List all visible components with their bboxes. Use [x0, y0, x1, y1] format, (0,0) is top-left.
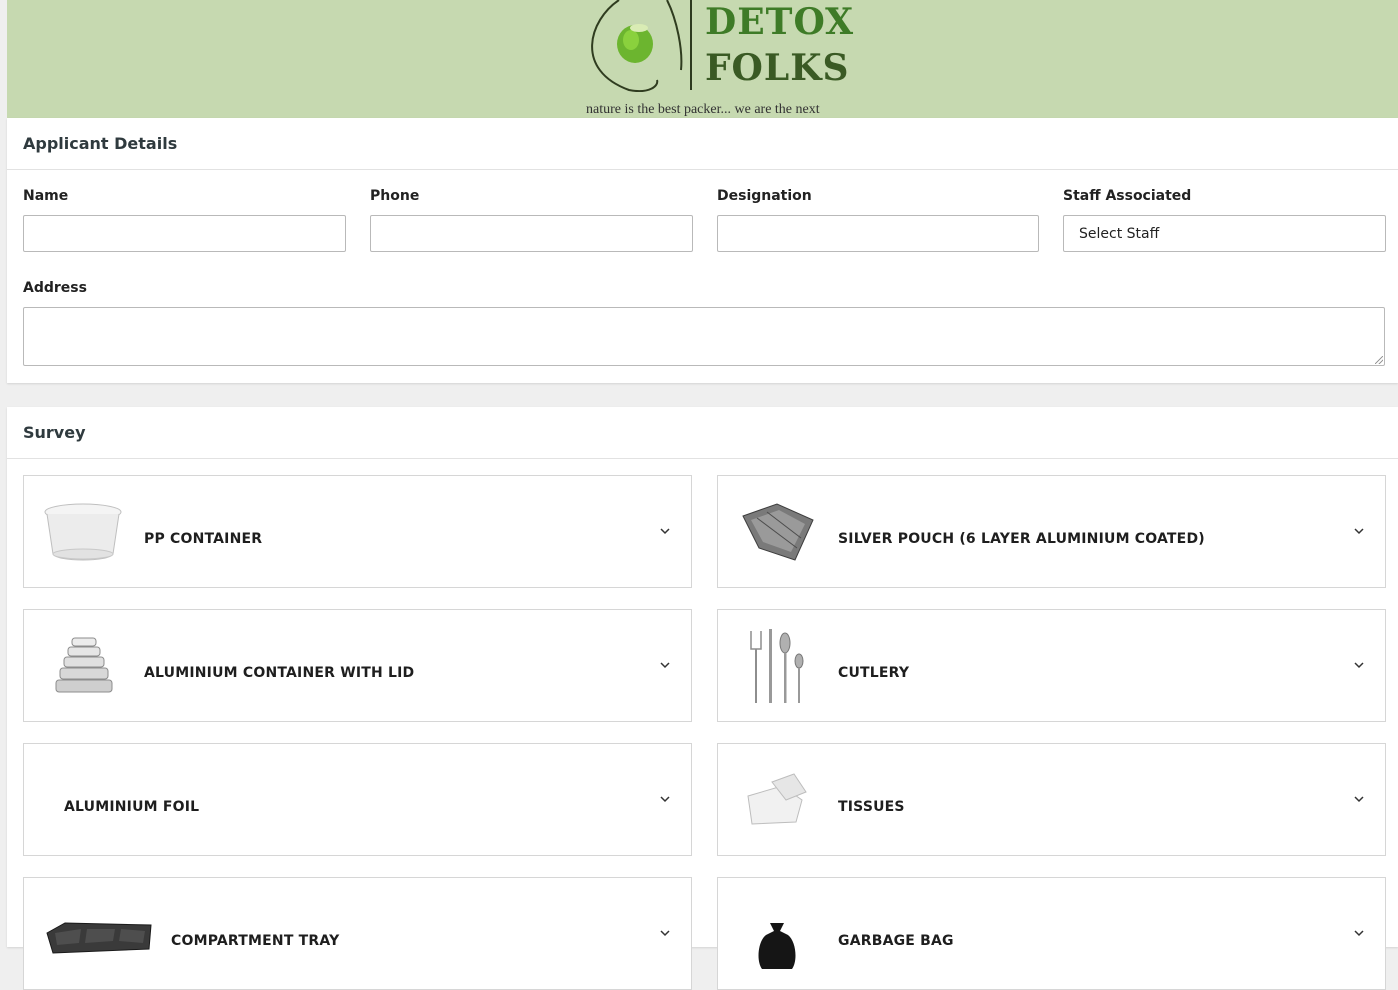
resize-handle-icon[interactable]	[1375, 356, 1383, 364]
staff-associated-label: Staff Associated	[1063, 188, 1192, 204]
survey-item-aluminium-container[interactable]: ALUMINIUM CONTAINER WITH LID	[23, 609, 692, 722]
brand-header: DETOX FOLKS nature is the best packer...…	[7, 0, 1398, 118]
compartment-tray-icon	[44, 908, 154, 980]
phone-label: Phone	[370, 188, 420, 204]
pp-container-icon	[42, 496, 124, 568]
brand-name-line1: DETOX	[705, 1, 855, 43]
survey-item-label: ALUMINIUM FOIL	[64, 799, 200, 815]
brand-tagline: nature is the best packer... we are the …	[586, 102, 820, 117]
applicant-details-title: Applicant Details	[7, 118, 1398, 170]
name-input[interactable]	[23, 215, 346, 252]
survey-title: Survey	[7, 407, 1398, 459]
brand-name-line2: FOLKS	[705, 47, 850, 89]
survey-item-label: GARBAGE BAG	[838, 933, 954, 949]
silver-pouch-icon	[736, 496, 818, 568]
chevron-down-icon[interactable]	[659, 525, 671, 537]
designation-input[interactable]	[717, 215, 1039, 252]
survey-item-label: CUTLERY	[838, 665, 910, 681]
survey-item-cutlery[interactable]: CUTLERY	[717, 609, 1386, 722]
applicant-details-card: Applicant Details Name Phone Designation…	[7, 118, 1398, 383]
staff-select-value: Select Staff	[1079, 226, 1160, 242]
survey-item-aluminium-foil[interactable]: ALUMINIUM FOIL	[23, 743, 692, 856]
survey-card: Survey PP CONTAINER SILVER POUCH (6 LAYE…	[7, 407, 1398, 990]
chevron-down-icon[interactable]	[1353, 793, 1365, 805]
chevron-down-icon[interactable]	[1353, 659, 1365, 671]
survey-item-garbage-bag[interactable]: GARBAGE BAG	[717, 877, 1386, 990]
survey-item-label: TISSUES	[838, 799, 905, 815]
designation-label: Designation	[717, 188, 812, 204]
address-textarea[interactable]	[23, 307, 1385, 366]
survey-item-tissues[interactable]: TISSUES	[717, 743, 1386, 856]
survey-item-label: ALUMINIUM CONTAINER WITH LID	[144, 665, 415, 681]
chevron-down-icon[interactable]	[659, 793, 671, 805]
chevron-down-icon[interactable]	[1353, 927, 1365, 939]
chevron-down-icon[interactable]	[659, 927, 671, 939]
aluminium-container-icon	[42, 630, 124, 702]
garbage-bag-icon	[736, 910, 818, 982]
staff-select[interactable]: Select Staff	[1063, 215, 1386, 252]
survey-item-silver-pouch[interactable]: SILVER POUCH (6 LAYER ALUMINIUM COATED)	[717, 475, 1386, 588]
chevron-down-icon[interactable]	[1353, 525, 1365, 537]
address-label: Address	[23, 280, 87, 296]
survey-item-compartment-tray[interactable]: COMPARTMENT TRAY	[23, 877, 692, 990]
cutlery-icon	[736, 629, 818, 703]
survey-item-pp-container[interactable]: PP CONTAINER	[23, 475, 692, 588]
name-label: Name	[23, 188, 69, 204]
coconut-logo-icon	[591, 0, 683, 92]
logo-divider	[690, 0, 692, 90]
chevron-down-icon[interactable]	[659, 659, 671, 671]
tissues-icon	[736, 764, 818, 836]
survey-item-label: COMPARTMENT TRAY	[171, 933, 340, 949]
survey-item-label: PP CONTAINER	[144, 531, 263, 547]
phone-input[interactable]	[370, 215, 693, 252]
survey-item-label: SILVER POUCH (6 LAYER ALUMINIUM COATED)	[838, 531, 1205, 547]
